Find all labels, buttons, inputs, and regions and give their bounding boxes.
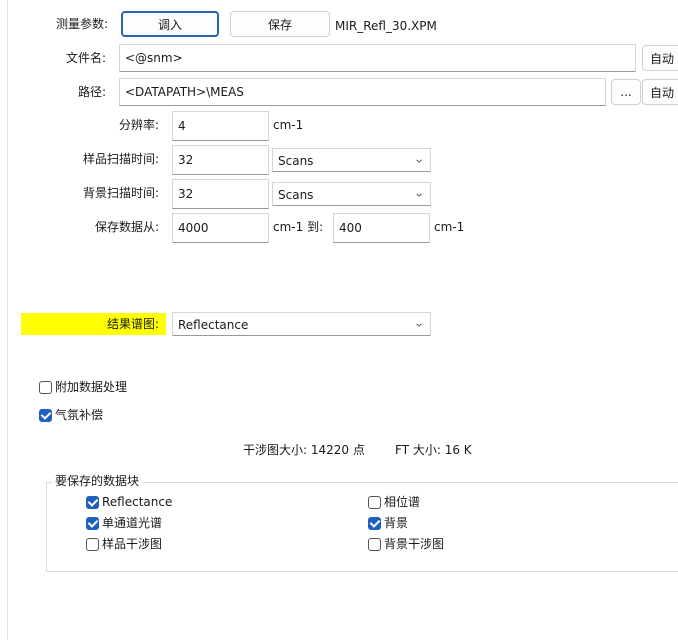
path-auto-button[interactable]: 自动 xyxy=(642,79,678,105)
sample-interferogram-label: 样品干涉图 xyxy=(102,537,163,551)
result-select-value: Reflectance xyxy=(178,318,249,332)
chevron-down-icon xyxy=(416,323,422,327)
bg-interferogram-checkbox[interactable] xyxy=(368,538,381,551)
resolution-unit: cm-1 xyxy=(273,118,304,132)
bg-scan-label: 背景扫描时间: xyxy=(82,186,159,200)
bg-interferogram-label: 背景干涉图 xyxy=(384,537,445,551)
save-params-button[interactable]: 保存 xyxy=(230,11,330,37)
filename-input[interactable] xyxy=(119,44,636,72)
params-label: 测量参数: xyxy=(55,17,108,31)
window-left-edge xyxy=(7,0,8,640)
sample-interferogram-checkbox[interactable] xyxy=(86,538,99,551)
atmo-comp-label: 气氛补偿 xyxy=(55,408,104,422)
single-channel-label: 单通道光谱 xyxy=(102,516,163,530)
save-range-from-input[interactable] xyxy=(172,213,269,243)
params-filename: MIR_Refl_30.XPM xyxy=(335,19,437,33)
interferogram-size: 干涉图大小: 14220 点 xyxy=(243,443,365,457)
filename-auto-button[interactable]: 自动 xyxy=(642,45,678,71)
sample-scan-unit-select[interactable]: Scans xyxy=(272,148,431,172)
background-checkbox[interactable] xyxy=(368,517,381,530)
phase-spectrum-checkbox[interactable] xyxy=(368,496,381,509)
resolution-label: 分辨率: xyxy=(118,118,159,132)
chevron-down-icon xyxy=(416,193,422,197)
background-label: 背景 xyxy=(384,516,409,530)
reflectance-checkbox[interactable] xyxy=(86,496,99,509)
load-button[interactable]: 调入 xyxy=(121,11,219,37)
resolution-input[interactable] xyxy=(172,111,269,141)
bg-scan-unit-select[interactable]: Scans xyxy=(272,182,431,206)
save-range-label: 保存数据从: xyxy=(94,220,159,234)
bg-scan-unit-value: Scans xyxy=(278,188,314,202)
single-channel-checkbox[interactable] xyxy=(86,517,99,530)
data-blocks-title: 要保存的数据块 xyxy=(52,472,143,490)
save-range-to-input[interactable] xyxy=(333,213,430,243)
save-range-to-unit: cm-1 xyxy=(434,220,465,234)
path-browse-button[interactable]: ... xyxy=(611,79,641,105)
result-label: 结果谱图: xyxy=(106,317,159,331)
atmo-comp-checkbox[interactable] xyxy=(39,409,52,422)
filename-label: 文件名: xyxy=(65,51,106,65)
result-select[interactable]: Reflectance xyxy=(172,312,431,336)
chevron-down-icon xyxy=(416,159,422,163)
path-input[interactable] xyxy=(119,78,606,106)
extra-processing-checkbox[interactable] xyxy=(39,381,52,394)
sample-scan-unit-value: Scans xyxy=(278,154,314,168)
sample-scan-label: 样品扫描时间: xyxy=(82,152,159,166)
extra-processing-label: 附加数据处理 xyxy=(55,380,128,394)
path-label: 路径: xyxy=(77,85,106,99)
sample-scan-input[interactable] xyxy=(172,145,269,175)
ft-size: FT 大小: 16 K xyxy=(395,443,472,457)
bg-scan-input[interactable] xyxy=(172,179,269,209)
phase-spectrum-label: 相位谱 xyxy=(384,495,421,509)
reflectance-label: Reflectance xyxy=(102,495,173,509)
save-range-from-unit: cm-1 到: xyxy=(273,220,324,234)
